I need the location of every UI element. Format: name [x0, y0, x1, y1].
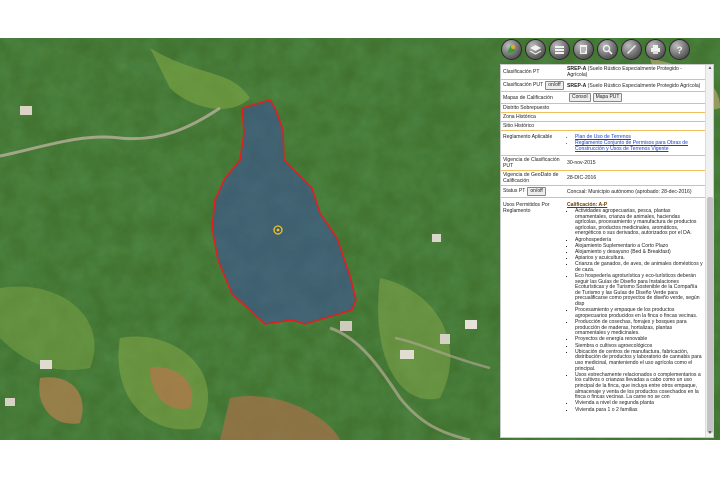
- building: [340, 321, 352, 331]
- row-label: Mapas de Calificación: [503, 94, 553, 101]
- stacked-layers-button[interactable]: [549, 39, 570, 60]
- usos-list: Actividades agropecuarias, pesca, planta…: [567, 208, 703, 414]
- row-label: Vigencia de GeoDato de Calificación: [503, 172, 559, 184]
- map-layers-icon: [507, 45, 516, 53]
- panel-scrollbar[interactable]: ▲ ▼: [705, 65, 713, 437]
- row-label: Clasificación PT: [503, 69, 540, 75]
- report-button[interactable]: [573, 39, 594, 60]
- list-item: Usos estrechamente relacionados o comple…: [575, 372, 703, 401]
- row-vigencia-geo: Vigencia de GeoDato de Calificación 28-D…: [501, 171, 705, 186]
- row-label: Sitio Histórico: [503, 123, 535, 129]
- list-item: Crianza de ganados, de aves, de animales…: [575, 261, 703, 273]
- consol-map-button[interactable]: Consol: [569, 93, 591, 102]
- help-icon: ?: [677, 46, 683, 57]
- svg-text:?: ?: [677, 46, 683, 57]
- building: [400, 350, 414, 359]
- link-reglamento-conjunto[interactable]: Reglamento Conjunto de Permisos para Obr…: [575, 140, 703, 152]
- print-icon: [651, 45, 660, 54]
- scroll-down-arrow-icon[interactable]: ▼: [706, 430, 713, 437]
- layers-icon: [529, 45, 542, 55]
- list-item: Actividades agropecuarias, pesca, planta…: [575, 208, 703, 237]
- search-button[interactable]: [597, 39, 618, 60]
- map-toolbar: ?: [499, 38, 715, 62]
- info-panel-content[interactable]: Clasificación PT SREP-A (Suelo Rústico E…: [501, 65, 705, 437]
- stacked-layers-icon: [555, 46, 564, 54]
- scrollbar-thumb[interactable]: [707, 197, 713, 433]
- row-value: Concsal: Municipio autónomo (aprobado: 2…: [567, 188, 692, 195]
- row-label: Reglamento Aplicable: [503, 134, 553, 140]
- row-label: Usos Permitidos Por Reglamento: [503, 202, 550, 214]
- row-label: Vigencia de Clasificación PUT: [503, 157, 560, 169]
- scroll-up-arrow-icon[interactable]: ▲: [706, 65, 713, 72]
- measure-button[interactable]: [621, 39, 642, 60]
- row-clasificacion-put: Clasificación PUT on/off SREP-A (Suelo Rú…: [501, 80, 705, 92]
- row-mapas: Mapas de Calificación Consol Mapa PUT: [501, 92, 705, 104]
- put-map-button[interactable]: Mapa PUT: [592, 93, 623, 102]
- search-icon: [602, 44, 613, 55]
- row-label: Status PT: [503, 188, 526, 194]
- row-distrito: Distrito Sobrepuesto: [501, 104, 705, 113]
- row-label: Zona Histórica: [503, 114, 536, 120]
- toggle-status-button[interactable]: on/off: [527, 187, 546, 196]
- row-sitio: Sitio Histórico: [501, 122, 705, 131]
- measure-icon: [627, 45, 636, 54]
- print-button[interactable]: [645, 39, 666, 60]
- row-value: 28-DIC-2016: [567, 175, 597, 181]
- building: [432, 234, 441, 242]
- row-status-pt: Status PT on/off Concsal: Municipio autón…: [501, 186, 705, 198]
- row-reglamento: Reglamento Aplicable Plan de Uso de Terr…: [501, 131, 705, 156]
- row-clasificacion-pt: Clasificación PT SREP-A (Suelo Rústico E…: [501, 65, 705, 80]
- list-item: Producción de cosechas, forrajes y bosqu…: [575, 319, 703, 337]
- row-label: Distrito Sobrepuesto: [503, 105, 550, 111]
- row-vigencia-put: Vigencia de Clasificación PUT 30-nov-201…: [501, 156, 705, 171]
- list-item: Ubicación de centros de manufactura, fab…: [575, 349, 703, 372]
- list-item: Vivienda para 1 o 2 familias: [575, 407, 703, 414]
- row-usos: Usos Permitidos Por Reglamento Calificac…: [501, 198, 705, 415]
- classification-code: SREP-A: [567, 82, 587, 89]
- building: [5, 398, 15, 406]
- layers-button[interactable]: [525, 39, 546, 60]
- map-layers-button[interactable]: [501, 39, 522, 60]
- row-zona: Zona Histórica: [501, 113, 705, 122]
- building: [40, 360, 52, 369]
- row-label: Clasificación PUT: [503, 82, 544, 88]
- building: [440, 334, 450, 344]
- list-item: Eco hospedería agroturística y eco-turís…: [575, 273, 703, 308]
- row-value: 30-nov-2015: [567, 160, 596, 166]
- building: [465, 320, 477, 329]
- list-item: Procesamiento y empaque de los productos…: [575, 307, 703, 319]
- toggle-put-button[interactable]: on/off: [545, 81, 564, 90]
- reglamento-links: Plan de Uso de Terrenos Reglamento Conju…: [567, 134, 703, 152]
- report-icon: [580, 45, 587, 54]
- info-panel: Clasificación PT SREP-A (Suelo Rústico E…: [500, 64, 714, 438]
- help-button[interactable]: ?: [669, 39, 690, 60]
- building: [20, 106, 32, 115]
- classification-desc: (Suelo Rústico Especialmente Protegido A…: [587, 82, 701, 89]
